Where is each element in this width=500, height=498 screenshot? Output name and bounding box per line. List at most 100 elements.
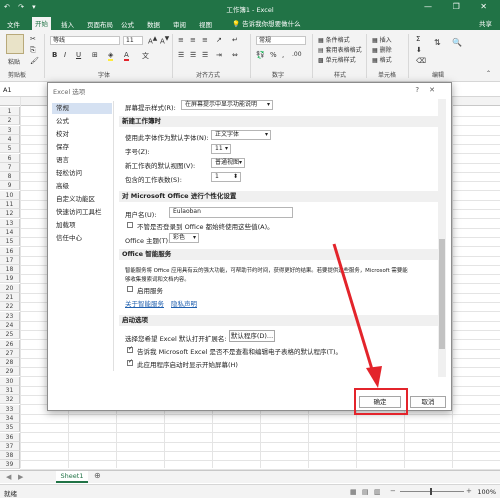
row-header[interactable]: 27 (0, 348, 20, 358)
sheet-nav-right-icon[interactable]: ▶ (18, 473, 23, 481)
row-header[interactable]: 29 (0, 367, 20, 377)
sheet-nav-left-icon[interactable]: ◀ (6, 473, 11, 481)
close-icon[interactable]: ✕ (429, 86, 445, 94)
page-break-view-icon[interactable]: ▥ (374, 488, 381, 496)
tell-me-default-checkbox[interactable] (127, 345, 133, 353)
comma-icon[interactable]: , (282, 51, 284, 59)
cell-styles-button[interactable]: ▩ 单元格样式 (318, 55, 356, 64)
currency-icon[interactable]: 💱 (256, 51, 265, 59)
office-theme-dropdown[interactable]: 彩色 ▾ (169, 233, 199, 243)
fill-color-icon[interactable]: ◈ (108, 51, 114, 61)
percent-icon[interactable]: % (270, 51, 277, 59)
nav-item-general[interactable]: 常规 (52, 103, 112, 114)
row-header[interactable]: 28 (0, 358, 20, 368)
row-header[interactable]: 33 (0, 404, 20, 414)
name-box[interactable]: A1 (3, 85, 43, 95)
phonetic-icon[interactable]: 文 (142, 51, 149, 61)
format-painter-icon[interactable]: 🖌 (30, 57, 39, 65)
row-header[interactable]: 22 (0, 302, 20, 312)
show-start-screen-checkbox[interactable] (127, 358, 133, 366)
paste-icon[interactable] (6, 34, 24, 54)
zoom-out-icon[interactable]: − (390, 487, 396, 495)
insert-cells-button[interactable]: ▦ 插入 (372, 35, 392, 44)
row-header[interactable]: 9 (0, 181, 20, 191)
row-header[interactable]: 30 (0, 376, 20, 386)
options-scrollbar[interactable] (438, 99, 446, 377)
nav-item-advanced[interactable]: 高级 (52, 181, 112, 192)
orientation-icon[interactable]: ↗ (216, 36, 222, 44)
row-header[interactable]: 2 (0, 116, 20, 126)
help-icon[interactable]: ? (415, 86, 429, 94)
add-sheet-icon[interactable]: ⊕ (94, 471, 101, 480)
row-header[interactable]: 25 (0, 330, 20, 340)
privacy-statement-link[interactable]: 隐私声明 (171, 298, 197, 308)
username-input[interactable]: Eulaoban (169, 207, 293, 218)
merge-center-icon[interactable]: ⇔ (232, 51, 238, 59)
find-select-icon[interactable]: 🔍 (452, 38, 462, 47)
row-header[interactable]: 15 (0, 237, 20, 247)
tab-view[interactable]: 视图 (196, 18, 215, 30)
tab-file[interactable]: 文件 (4, 18, 23, 30)
underline-icon[interactable]: U (76, 51, 81, 59)
page-layout-view-icon[interactable]: ▤ (362, 488, 369, 496)
copy-icon[interactable]: ⎘ (30, 46, 36, 55)
scrollbar-thumb[interactable] (439, 239, 445, 349)
row-header[interactable]: 35 (0, 423, 20, 433)
row-header[interactable]: 19 (0, 274, 20, 284)
tab-insert[interactable]: 插入 (58, 18, 77, 30)
row-header[interactable]: 1 (0, 107, 20, 116)
row-header[interactable]: 5 (0, 144, 20, 154)
tab-data[interactable]: 数据 (144, 18, 163, 30)
autosum-icon[interactable]: Σ (416, 35, 420, 43)
nav-item-quick-access[interactable]: 快速访问工具栏 (52, 207, 112, 218)
row-header[interactable]: 10 (0, 190, 20, 200)
row-header[interactable]: 13 (0, 218, 20, 228)
default-view-dropdown[interactable]: 普通视图 ▾ (211, 158, 245, 168)
increase-decimal-icon[interactable]: .00 (292, 51, 302, 58)
align-bottom-icon[interactable]: ≡ (202, 36, 208, 44)
font-size-dropdown[interactable]: 11 ▾ (211, 144, 231, 154)
conditional-formatting-button[interactable]: ▦ 条件格式 (318, 35, 350, 44)
row-header[interactable]: 21 (0, 293, 20, 302)
row-header[interactable]: 8 (0, 172, 20, 182)
nav-item-language[interactable]: 语言 (52, 155, 112, 166)
window-controls[interactable]: — ❐ ✕ (424, 2, 496, 11)
align-right-icon[interactable]: ☰ (202, 51, 208, 59)
format-cells-button[interactable]: ▦ 格式 (372, 55, 392, 64)
nav-item-accessibility[interactable]: 轻松访问 (52, 168, 112, 179)
about-intelligent-link[interactable]: 关于智能服务 (125, 298, 164, 308)
format-as-table-button[interactable]: ▤ 套用表格格式 (318, 45, 362, 54)
align-middle-icon[interactable]: ≡ (190, 36, 196, 44)
default-programs-button[interactable]: 默认程序(D)... (229, 330, 275, 342)
sheet-count-stepper[interactable]: 1 ⬍ (211, 172, 241, 182)
row-header[interactable]: 12 (0, 209, 20, 219)
row-header[interactable]: 3 (0, 125, 20, 135)
row-header[interactable]: 18 (0, 265, 20, 275)
nav-item-save[interactable]: 保存 (52, 142, 112, 153)
share-button[interactable]: 共享 (479, 18, 492, 28)
row-header[interactable]: 36 (0, 432, 20, 442)
zoom-slider-thumb[interactable] (430, 488, 432, 495)
bold-icon[interactable]: B (52, 51, 57, 59)
nav-item-trust-center[interactable]: 信任中心 (52, 233, 112, 244)
borders-icon[interactable]: ⊞ (92, 51, 98, 59)
default-font-dropdown[interactable]: 正文字体 ▾ (211, 130, 271, 140)
row-header[interactable]: 38 (0, 451, 20, 461)
cancel-button[interactable]: 取消 (410, 396, 446, 408)
row-header[interactable]: 37 (0, 441, 20, 451)
enable-services-checkbox[interactable] (127, 286, 133, 292)
row-header[interactable]: 24 (0, 320, 20, 330)
font-color-icon[interactable]: A (124, 51, 129, 61)
nav-item-customize-ribbon[interactable]: 自定义功能区 (52, 194, 112, 205)
tab-home[interactable]: 开始 (32, 17, 51, 30)
row-header[interactable]: 11 (0, 200, 20, 209)
nav-item-formulas[interactable]: 公式 (52, 116, 112, 127)
nav-item-proofing[interactable]: 校对 (52, 129, 112, 140)
normal-view-icon[interactable]: ▦ (350, 488, 357, 496)
zoom-slider[interactable] (400, 491, 464, 492)
row-header[interactable]: 6 (0, 153, 20, 163)
clear-icon[interactable]: ⌫ (416, 57, 426, 65)
number-format-combo[interactable]: 常规 (256, 36, 306, 45)
align-left-icon[interactable]: ☰ (178, 51, 184, 59)
align-center-icon[interactable]: ☰ (190, 51, 196, 59)
